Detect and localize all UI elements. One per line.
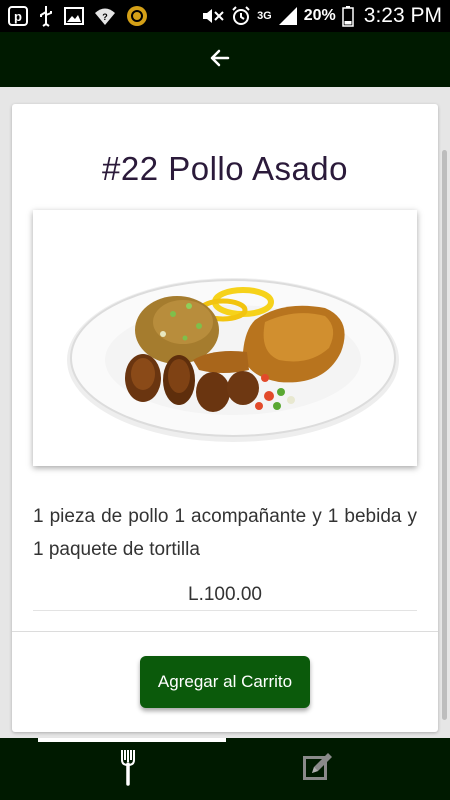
battery-percent: 20% [303,7,336,24]
status-bar: p ? 3G 20% 3:23 PM [0,0,450,32]
bottom-nav [0,738,450,800]
mute-icon [201,5,225,27]
wifi-question-icon: ? [94,5,116,27]
sync-icon [126,5,148,27]
alarm-icon [231,5,251,27]
edit-note-icon [302,752,334,786]
signal-icon [278,5,298,27]
svg-text:p: p [14,9,22,24]
usb-icon [38,5,54,27]
product-card: #22 Pollo Asado 1 pieza de pollo 1 acomp… [12,104,438,732]
p-app-icon: p [8,5,28,27]
arrow-left-icon [208,46,232,75]
image-icon [64,5,84,27]
fork-icon [118,748,138,791]
product-description: 1 pieza de pollo 1 acompañante y 1 bebid… [33,506,417,560]
add-to-cart-button[interactable]: Agregar al Carrito [140,656,310,708]
product-title: #22 Pollo Asado [101,150,349,187]
svg-text:?: ? [102,12,108,22]
tab-orders[interactable] [205,738,430,800]
network-type: 3G [257,10,272,22]
clock: 3:23 PM [363,4,442,27]
product-image [33,210,417,466]
product-price: L.100.00 [188,584,262,605]
scrollbar[interactable] [442,150,447,720]
back-button[interactable] [202,42,238,78]
card-divider [12,631,438,632]
battery-icon [342,5,354,27]
app-bar [0,32,450,87]
active-tab-indicator [38,738,226,742]
price-divider [33,610,417,611]
